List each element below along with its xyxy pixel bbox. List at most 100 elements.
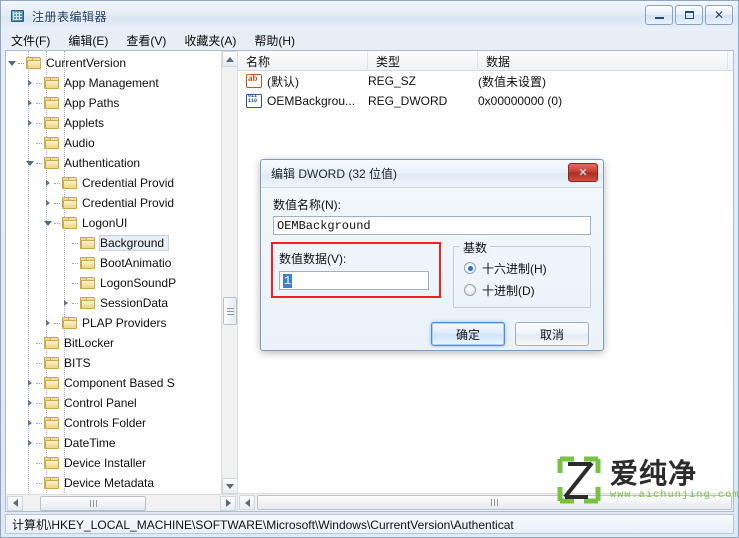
tree-item[interactable]: DateTime [6, 433, 221, 453]
tree-item[interactable]: LogonSoundP [6, 273, 221, 293]
expander-open-icon[interactable] [6, 53, 18, 73]
expander-closed-icon[interactable] [42, 173, 54, 193]
tree-item[interactable]: Device Metadata [6, 473, 221, 493]
expander-open-icon[interactable] [42, 213, 54, 233]
tree-item[interactable]: LogonUI [6, 213, 221, 233]
tree-connector [18, 53, 26, 73]
window-title: 注册表编辑器 [32, 9, 108, 24]
tree-vertical-scrollbar[interactable] [221, 51, 237, 494]
value-data-input[interactable]: 1 [279, 271, 429, 290]
tree-item[interactable]: Audio [6, 133, 221, 153]
tree-scroll-viewport: CurrentVersion App Management App Paths App… [6, 51, 221, 494]
tree-horizontal-scrollbar[interactable] [6, 494, 237, 511]
tree-connector [72, 273, 80, 293]
folder-icon [44, 376, 60, 390]
close-button[interactable]: ✕ [705, 5, 733, 25]
folder-icon [44, 156, 60, 170]
expander-closed-icon[interactable] [24, 373, 36, 393]
maximize-button[interactable] [675, 5, 703, 25]
tree-item[interactable]: Authentication [6, 153, 221, 173]
radio-hex-label: 十六进制(H) [482, 261, 547, 276]
tree-item[interactable]: Applets [6, 113, 221, 133]
base-group: 基数 十六进制(H) 十进制(D) [453, 239, 591, 308]
tree-hscroll-thumb[interactable] [40, 495, 146, 511]
tree-item[interactable]: BootAnimatio [6, 253, 221, 273]
values-scroll-left-button[interactable] [239, 495, 255, 510]
tree-item-label: Applets [64, 116, 105, 130]
radio-hex[interactable]: 十六进制(H) [464, 259, 590, 277]
column-header-type[interactable]: 类型 [368, 51, 478, 71]
table-row[interactable]: (默认) REG_SZ (数值未设置) [238, 71, 733, 91]
tree-item[interactable]: App Paths [6, 93, 221, 113]
tree-item[interactable]: Control Panel [6, 393, 221, 413]
tree-scroll-down-button[interactable] [222, 478, 237, 494]
tree-item[interactable]: Credential Provid [6, 173, 221, 193]
table-row[interactable]: OEMBackgrou... REG_DWORD 0x00000000 (0) [238, 91, 733, 111]
tree-item[interactable]: Controls Folder [6, 413, 221, 433]
tree-scroll-thumb[interactable] [223, 297, 237, 325]
tree-scroll-left-button[interactable] [7, 495, 23, 511]
expander-closed-icon[interactable] [42, 193, 54, 213]
tree-scroll-up-button[interactable] [222, 51, 237, 67]
tree-item[interactable]: BitLocker [6, 333, 221, 353]
tree-item[interactable]: Background [6, 233, 221, 253]
tree-item[interactable]: App Management [6, 73, 221, 93]
registry-editor-window: 注册表编辑器 ✕ 文件(F) 编辑(E) 查看(V) 收藏夹(A) 帮助(H) … [0, 0, 739, 538]
dialog-title: 编辑 DWORD (32 位值) [271, 167, 398, 181]
window-controls: ✕ [645, 5, 733, 25]
maximize-icon [684, 11, 694, 19]
menu-help[interactable]: 帮助(H) [254, 32, 295, 49]
minimize-icon [654, 16, 664, 19]
column-header-name[interactable]: 名称 [238, 51, 368, 71]
tree-connector [72, 293, 80, 313]
tree-item[interactable]: CurrentVersion [6, 53, 221, 73]
watermark-logo: 爱纯净 www.aichunjing.com [554, 449, 738, 511]
tree-item-label: Authentication [64, 156, 141, 170]
radio-hex-indicator [464, 262, 476, 274]
brand-name: 爱纯净 [610, 457, 698, 490]
expander-closed-icon[interactable] [24, 73, 36, 93]
tree-item[interactable]: Device Installer [6, 453, 221, 473]
menu-favorites[interactable]: 收藏夹(A) [184, 32, 236, 49]
grip-icon [491, 499, 498, 506]
expander-none-icon [24, 133, 36, 153]
expander-closed-icon[interactable] [24, 433, 36, 453]
value-name-text: OEMBackgrou... [267, 94, 356, 108]
tree-connector [36, 433, 44, 453]
minimize-button[interactable] [645, 5, 673, 25]
expander-closed-icon[interactable] [60, 293, 72, 313]
expander-closed-icon[interactable] [24, 113, 36, 133]
folder-icon [80, 276, 96, 290]
folder-icon [62, 216, 78, 230]
tree-scroll-right-button[interactable] [220, 495, 236, 511]
tree-item-label: App Paths [64, 96, 120, 110]
expander-closed-icon[interactable] [24, 413, 36, 433]
tree-connector [36, 353, 44, 373]
expander-none-icon [24, 353, 36, 373]
folder-icon [44, 336, 60, 350]
tree-item[interactable]: SessionData [6, 293, 221, 313]
expander-closed-icon[interactable] [42, 313, 54, 333]
tree-item[interactable]: BITS [6, 353, 221, 373]
expander-none-icon [60, 233, 72, 253]
expander-closed-icon[interactable] [24, 393, 36, 413]
radio-dec[interactable]: 十进制(D) [464, 281, 590, 299]
folder-icon [44, 436, 60, 450]
tree-item[interactable]: PLAP Providers [6, 313, 221, 333]
tree-connector [36, 453, 44, 473]
expander-closed-icon[interactable] [24, 93, 36, 113]
value-name-input[interactable]: OEMBackground [273, 216, 591, 235]
menu-view[interactable]: 查看(V) [126, 32, 166, 49]
cancel-button[interactable]: 取消 [515, 322, 589, 346]
expander-open-icon[interactable] [24, 153, 36, 173]
ok-button[interactable]: 确定 [431, 322, 505, 346]
menu-file[interactable]: 文件(F) [11, 32, 50, 49]
chevron-down-icon [226, 483, 234, 489]
dialog-close-button[interactable]: ✕ [568, 163, 598, 182]
folder-icon [44, 416, 60, 430]
expander-none-icon [60, 253, 72, 273]
tree-item[interactable]: Component Based S [6, 373, 221, 393]
column-header-data[interactable]: 数据 [478, 51, 728, 71]
menu-edit[interactable]: 编辑(E) [68, 32, 108, 49]
tree-item[interactable]: Credential Provid [6, 193, 221, 213]
